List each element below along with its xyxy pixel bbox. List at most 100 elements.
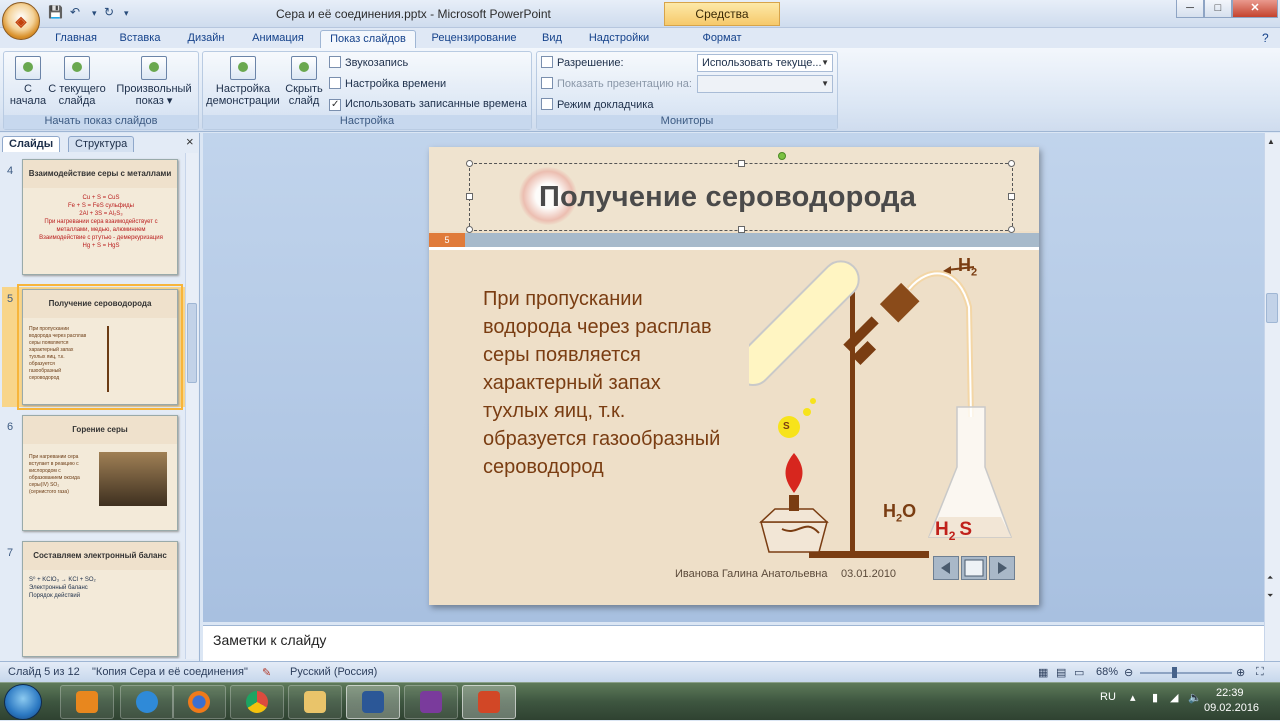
tab-outline[interactable]: Структура (68, 136, 135, 152)
volume-icon[interactable]: 🔈 (1188, 691, 1202, 704)
slide-thumbnail-5[interactable]: Получение сероводорода При пропускании в… (17, 284, 183, 410)
spellcheck-icon[interactable]: ✎ (262, 666, 271, 679)
title-selection-box[interactable] (466, 152, 1015, 233)
onenote-icon[interactable] (404, 685, 458, 719)
prev-slide-icon[interactable] (933, 556, 959, 580)
internet-explorer-icon[interactable] (120, 685, 174, 719)
prev-slide-scroll-icon[interactable]: ⏶ (1267, 573, 1273, 583)
word-icon[interactable] (346, 685, 400, 719)
next-slide-icon[interactable] (989, 556, 1015, 580)
main-scrollbar[interactable]: ▲ ⏶ ⏷ (1264, 133, 1280, 661)
resolution-dropdown[interactable]: Использовать текуще... ▼ (697, 54, 833, 72)
firefox-icon[interactable] (172, 685, 226, 719)
record-narration-button[interactable]: Звукозапись (329, 56, 408, 69)
home-slide-icon[interactable] (961, 556, 987, 580)
scroll-thumb[interactable] (1266, 293, 1278, 323)
chevron-down-icon: ▼ (821, 79, 829, 88)
slide-body-text[interactable]: При пропускании водорода через расплав с… (483, 285, 723, 481)
file-explorer-icon[interactable] (288, 685, 342, 719)
zoom-slider[interactable] (1140, 672, 1232, 674)
battery-icon[interactable]: ▮ (1152, 691, 1158, 704)
zoom-in-icon[interactable]: ⊕ (1236, 666, 1245, 679)
zoom-out-icon[interactable]: ⊖ (1124, 666, 1133, 679)
hide-slide-button[interactable]: Скрыть слайд (283, 56, 325, 107)
tab-design[interactable]: Дизайн (178, 30, 234, 48)
normal-view-icon[interactable]: ▦ (1038, 666, 1048, 679)
from-current-slide-button[interactable]: С текущего слайда (48, 56, 106, 107)
office-button[interactable]: ◈ (2, 2, 40, 40)
rotation-handle[interactable] (778, 152, 786, 160)
tab-review[interactable]: Рецензирование (424, 30, 524, 48)
tab-slide-show[interactable]: Показ слайдов (320, 30, 416, 48)
start-button[interactable] (4, 684, 42, 720)
resize-handle[interactable] (1008, 160, 1015, 167)
notes-pane[interactable]: Заметки к слайду (203, 625, 1264, 661)
slide-date: 03.01.2010 (841, 568, 897, 580)
group-label: Настройка (203, 115, 531, 129)
language-status[interactable]: Русский (Россия) (290, 666, 377, 678)
media-player-icon[interactable] (60, 685, 114, 719)
close-button[interactable]: ✕ (1232, 0, 1278, 18)
maximize-button[interactable]: □ (1204, 0, 1232, 18)
slide-thumbnail-4[interactable]: Взаимодействие серы с металлами Cu + S =… (22, 159, 178, 275)
setup-slideshow-button[interactable]: Настройка демонстрации (205, 56, 281, 107)
thumb-apparatus (107, 326, 167, 392)
tab-format[interactable]: Формат (690, 30, 754, 48)
clock-date[interactable]: 09.02.2016 (1204, 702, 1259, 714)
show-on-dropdown[interactable]: ▼ (697, 75, 833, 93)
scroll-thumb[interactable] (187, 303, 197, 383)
undo-dropdown-icon[interactable]: ▾ (92, 8, 97, 19)
custom-show-button[interactable]: Произвольный показ ▾ (112, 56, 196, 107)
resize-handle[interactable] (1008, 193, 1015, 200)
language-indicator[interactable]: RU (1100, 691, 1116, 703)
customize-qat-icon[interactable]: ▾ (124, 8, 129, 19)
slide-thumbnail-7[interactable]: Составляем электронный баланс S⁰ + KClO₃… (22, 541, 178, 657)
redo-icon[interactable]: ↻ (104, 5, 114, 19)
rehearse-timings-button[interactable]: Настройка времени (329, 77, 446, 90)
fit-slide-icon[interactable]: ⛶ (1256, 666, 1264, 679)
drawing-tools-context-tab[interactable]: Средства рисования (664, 2, 780, 43)
use-timings-checkbox[interactable]: Использовать записанные времена (329, 98, 527, 111)
thumbnail-scrollbar[interactable] (185, 153, 198, 659)
save-icon[interactable]: 💾 (48, 5, 63, 19)
clock-time[interactable]: 22:39 (1216, 687, 1244, 699)
minimize-button[interactable]: ─ (1176, 0, 1204, 18)
slide-sorter-icon[interactable]: ▤ (1056, 666, 1066, 679)
resize-handle[interactable] (466, 160, 473, 167)
tab-addins[interactable]: Надстройки (582, 30, 656, 48)
zoom-level[interactable]: 68% (1096, 666, 1118, 678)
tab-animation[interactable]: Анимация (244, 30, 312, 48)
thumb-body: Cu + S = CuS Fe + S = FeS сульфиды 2Al +… (39, 195, 163, 249)
help-icon[interactable]: ? (1262, 31, 1269, 45)
tab-view[interactable]: Вид (534, 30, 570, 48)
current-slide[interactable]: 5 Получение сероводорода При пропускании… (429, 147, 1039, 605)
presenter-view-checkbox[interactable]: Режим докладчика (541, 98, 653, 111)
undo-icon[interactable]: ↶ (70, 5, 80, 19)
thumb-title: Составляем электронный баланс (23, 542, 177, 570)
network-icon[interactable]: ◢ (1170, 691, 1178, 704)
slideshow-view-icon[interactable]: ▭ (1074, 666, 1084, 679)
next-slide-scroll-icon[interactable]: ⏷ (1267, 591, 1273, 601)
thumb-number: 4 (7, 165, 14, 177)
close-pane-icon[interactable]: × (186, 134, 194, 149)
tray-expand-icon[interactable]: ▴ (1130, 691, 1136, 704)
tab-slides[interactable]: Слайды (2, 136, 61, 152)
resize-handle[interactable] (738, 160, 745, 167)
title-bar (0, 0, 1280, 28)
resize-handle[interactable] (466, 226, 473, 233)
slide-thumbnail-6[interactable]: Горение серы При нагревании сера вступае… (22, 415, 178, 531)
group-setup: Настройка демонстрации Скрыть слайд Звук… (202, 51, 532, 130)
chrome-icon[interactable] (230, 685, 284, 719)
thumb-body: При нагревании сера вступает в реакцию с… (29, 454, 80, 495)
tab-home[interactable]: Главная (48, 30, 104, 48)
from-beginning-button[interactable]: С начала (8, 56, 48, 107)
powerpoint-icon[interactable] (462, 685, 516, 719)
resize-handle[interactable] (738, 226, 745, 233)
theme-status[interactable]: "Копия Сера и её соединения" (92, 666, 248, 678)
tab-insert[interactable]: Вставка (112, 30, 168, 48)
hide-slide-icon (291, 56, 317, 80)
resize-handle[interactable] (466, 193, 473, 200)
resize-handle[interactable] (1008, 226, 1015, 233)
scroll-up-icon[interactable]: ▲ (1267, 137, 1275, 146)
zoom-slider-thumb[interactable] (1172, 667, 1177, 678)
